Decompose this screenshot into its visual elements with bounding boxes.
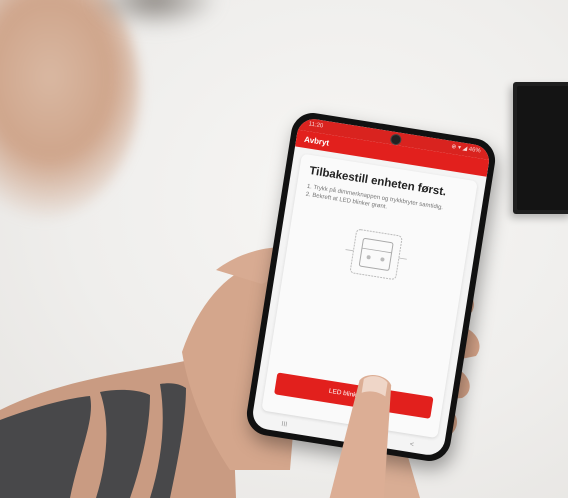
recents-icon[interactable]: III <box>281 420 288 428</box>
cancel-button[interactable]: Avbryt <box>304 135 330 148</box>
back-icon[interactable]: < <box>409 441 414 449</box>
dimmer-diagram-icon <box>345 229 407 280</box>
photo-scene: 11:20 ⊕ ▾ ◢ 46% Avbryt Tilbakestill enhe… <box>0 0 568 498</box>
